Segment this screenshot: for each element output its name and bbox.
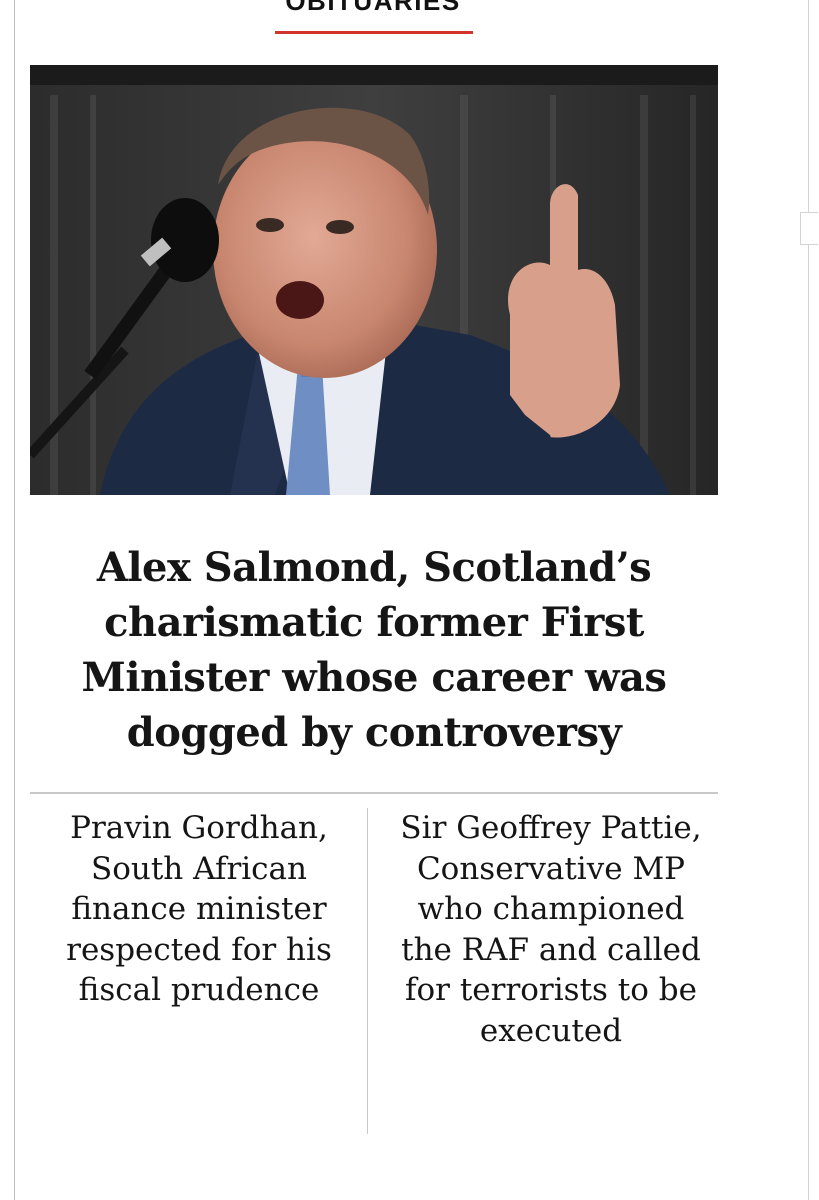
scrollbar-handle-lower[interactable] <box>800 228 818 245</box>
hero-image[interactable] <box>30 65 718 495</box>
section-title[interactable]: OBITUARIES <box>0 0 746 17</box>
section-divider <box>30 792 718 794</box>
photo-speaker-icon <box>30 65 718 495</box>
column-divider <box>367 808 368 1134</box>
page-edge-line-right <box>808 0 809 1200</box>
related-story-geoffrey-pattie[interactable]: Sir Geoffrey Pattie, Conservative MP who… <box>392 808 710 1051</box>
related-story-pravin-gordhan[interactable]: Pravin Gordhan, South African finance mi… <box>48 808 350 1011</box>
section-title-underline <box>275 31 473 34</box>
page-edge-line <box>14 0 15 1200</box>
main-headline[interactable]: Alex Salmond, Scotland’s charismatic for… <box>30 540 718 760</box>
